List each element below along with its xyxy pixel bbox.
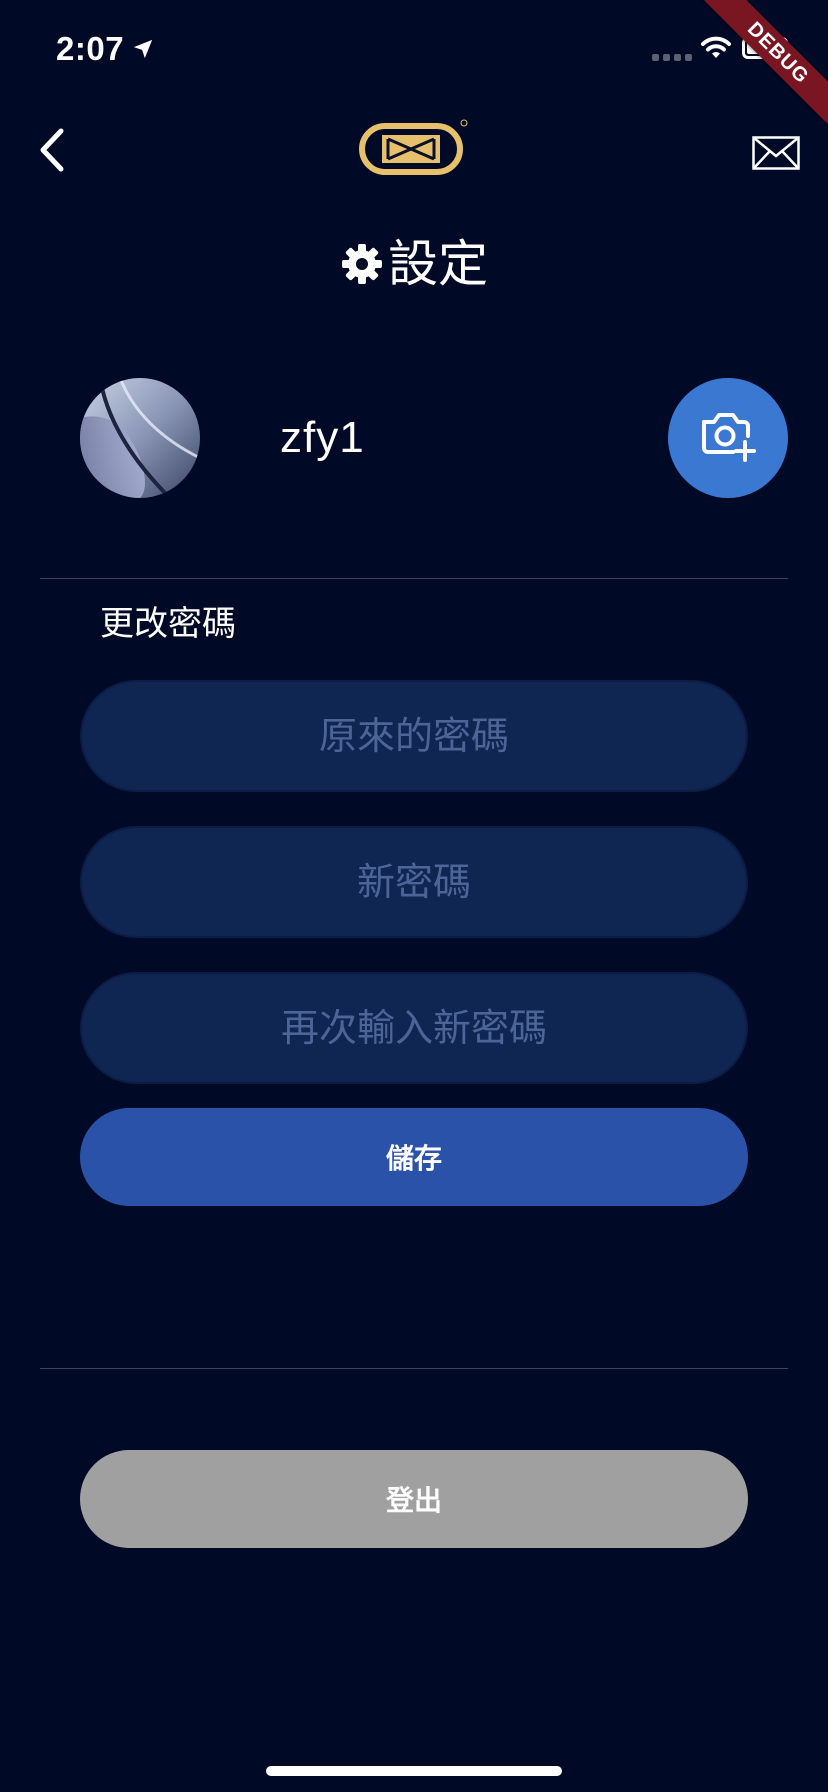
- mail-button[interactable]: [752, 136, 804, 174]
- back-button[interactable]: [20, 120, 84, 184]
- logout-button[interactable]: 登出: [80, 1450, 748, 1548]
- page-title-text: 設定: [388, 235, 488, 293]
- brand-logo: [358, 118, 470, 182]
- logout-button-label: 登出: [385, 1484, 442, 1517]
- divider-top: [40, 578, 788, 579]
- change-avatar-button[interactable]: [668, 378, 788, 498]
- envelope-icon: [752, 136, 800, 174]
- wifi-icon: [699, 34, 733, 64]
- chevron-left-icon: [37, 127, 67, 177]
- status-time-text: 2:07: [56, 30, 125, 67]
- avatar: [80, 378, 200, 498]
- gear-icon: [340, 242, 384, 286]
- new-password-input[interactable]: [80, 826, 748, 938]
- change-password-heading: 更改密碼: [100, 604, 236, 644]
- status-time: 2:07: [56, 26, 154, 72]
- page-title: 設定: [0, 232, 828, 296]
- username: zfy1: [280, 413, 365, 462]
- settings-screen: 2:07 DEBUG 設定 zfy1 更改密碼 儲存 登出: [0, 0, 828, 1792]
- save-button[interactable]: 儲存: [80, 1108, 748, 1206]
- signal-icon: [652, 54, 692, 61]
- location-arrow-icon: [132, 38, 154, 60]
- home-indicator: [266, 1766, 562, 1776]
- camera-plus-icon: [698, 408, 758, 468]
- old-password-input[interactable]: [80, 680, 748, 792]
- confirm-password-input[interactable]: [80, 972, 748, 1084]
- save-button-label: 儲存: [385, 1142, 442, 1175]
- debug-banner: DEBUG: [689, 0, 828, 142]
- divider-bottom: [40, 1368, 788, 1369]
